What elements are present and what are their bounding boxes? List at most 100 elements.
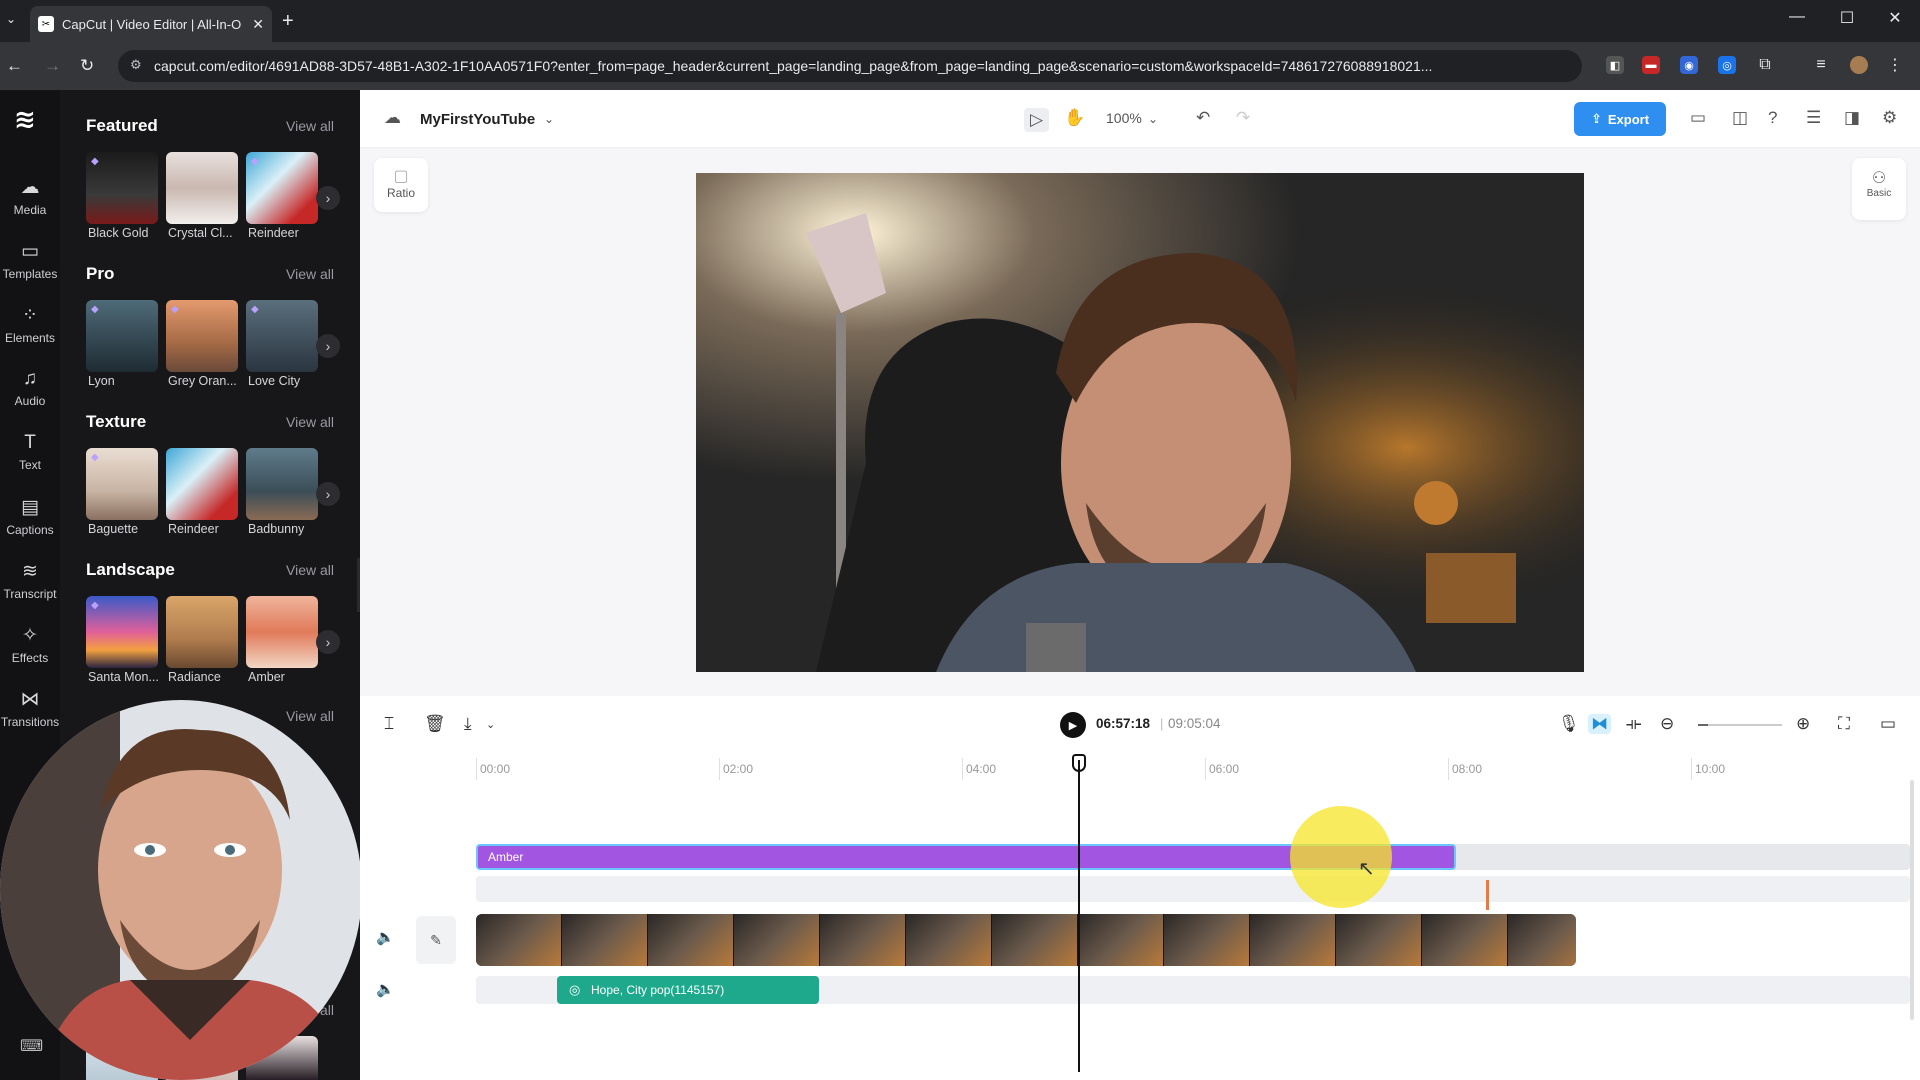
browser-menu-icon[interactable]: ⋮ (1886, 56, 1904, 74)
notifications-icon[interactable]: ◫ (1732, 108, 1748, 128)
back-icon[interactable]: ← (6, 56, 23, 76)
rail-effects[interactable]: ✧ Effects (0, 624, 60, 665)
marker[interactable] (1486, 880, 1489, 910)
view-all-link[interactable]: View all (286, 414, 334, 430)
extension-icon[interactable]: ◎ (1718, 56, 1736, 74)
scroll-right-icon[interactable]: › (316, 334, 340, 358)
settings-icon[interactable]: ⚙ (1882, 108, 1897, 128)
pro-gem-icon: ◆ (91, 304, 99, 315)
media-control-icon[interactable]: ≡ (1812, 56, 1830, 74)
audio-clip[interactable]: ◎ Hope, City pop(1145157) (557, 976, 819, 1004)
main-video-clip[interactable] (476, 914, 1576, 966)
tab-close-icon[interactable]: ✕ (252, 16, 264, 33)
reload-icon[interactable]: ↻ (80, 56, 94, 76)
help-icon[interactable]: ? (1768, 108, 1777, 128)
zoom-slider[interactable] (1698, 724, 1782, 726)
timeline-scrollbar[interactable] (1910, 780, 1914, 1020)
filter-label: Baguette (88, 522, 139, 536)
fullscreen-icon[interactable]: ⛶ (1838, 714, 1850, 734)
scroll-right-icon[interactable]: › (316, 186, 340, 210)
rail-text[interactable]: T Text (0, 432, 60, 472)
video-preview[interactable] (696, 173, 1584, 672)
tab-search-icon[interactable]: ⌄ (6, 12, 16, 26)
delete-icon[interactable]: 🗑 (424, 714, 446, 734)
cover-edit-icon[interactable]: ✎ (416, 916, 456, 964)
playhead[interactable] (1078, 760, 1080, 1072)
extension-icon[interactable]: ◧ (1606, 56, 1624, 74)
redo-icon[interactable]: ↷ (1236, 108, 1250, 128)
filter-thumb[interactable]: ◆ (86, 596, 158, 668)
zoom-select[interactable]: 100% (1106, 110, 1142, 126)
layers-icon[interactable]: ☰ (1806, 108, 1821, 128)
play-button[interactable]: ▶ (1060, 712, 1086, 738)
zoom-in-icon[interactable]: ⊕ (1796, 714, 1810, 734)
url-bar[interactable]: ⚙ capcut.com/editor/4691AD88-3D57-48B1-A… (118, 50, 1582, 82)
new-tab-button[interactable]: + (282, 10, 294, 33)
extension-icon[interactable]: ▬ (1642, 56, 1660, 74)
rail-audio[interactable]: ♫ Audio (0, 368, 60, 408)
mute-track-icon[interactable]: 🔈 (376, 928, 395, 946)
microphone-icon[interactable]: 🎙 (1558, 714, 1580, 734)
hand-tool-icon[interactable]: ✋ (1064, 108, 1085, 128)
rail-transitions[interactable]: ⋈ Transitions (0, 688, 60, 729)
view-all-link[interactable]: View all (286, 708, 334, 724)
forward-icon[interactable]: → (44, 56, 61, 76)
mute-audio-icon[interactable]: 🔈 (376, 980, 395, 998)
filter-thumb[interactable] (246, 448, 318, 520)
view-all-link[interactable]: View all (286, 562, 334, 578)
section-title: Pro (86, 264, 115, 283)
scroll-right-icon[interactable]: › (316, 482, 340, 506)
view-all-link[interactable]: View all (286, 266, 334, 282)
filter-thumb[interactable]: ◆ (86, 448, 158, 520)
maximize-icon[interactable]: ☐ (1824, 8, 1870, 28)
export-button[interactable]: ⇪ Export (1574, 102, 1666, 136)
select-tool-icon[interactable]: ▷ (1024, 108, 1050, 132)
chevron-down-icon[interactable]: ⌄ (486, 718, 495, 731)
puzzle-icon[interactable]: ⧉ (1756, 56, 1774, 74)
scroll-right-icon[interactable]: › (316, 630, 340, 654)
play-icon: ▶ (1068, 719, 1078, 732)
filter-thumb[interactable]: ◆ (246, 300, 318, 372)
filter-thumb[interactable]: ◆ (246, 152, 318, 224)
download-icon[interactable]: ⤓ (464, 714, 472, 734)
filter-thumb[interactable] (166, 152, 238, 224)
present-icon[interactable]: ▭ (1690, 108, 1706, 128)
filter-thumb[interactable] (166, 596, 238, 668)
comment-icon[interactable]: ▭ (1880, 714, 1896, 734)
cloud-sync-icon[interactable]: ☁ (384, 108, 401, 128)
capcut-logo[interactable]: ≋ (14, 104, 36, 135)
filter-label: Lyon (88, 374, 115, 388)
filter-thumb[interactable]: ◆ (86, 152, 158, 224)
filter-thumb[interactable]: ◆ (166, 300, 238, 372)
layout-icon[interactable]: ◨ (1844, 108, 1860, 128)
basic-panel-button[interactable]: ⚇ Basic (1852, 158, 1906, 220)
filter-thumb[interactable] (246, 596, 318, 668)
rail-transcript[interactable]: ≋ Transcript (0, 560, 60, 601)
ratio-label: Ratio (386, 186, 415, 200)
profile-avatar[interactable] (1850, 56, 1868, 74)
magnet-icon[interactable]: ⧓ (1588, 714, 1611, 734)
filter-thumb[interactable]: ◆ (86, 300, 158, 372)
rail-media[interactable]: ☁ Media (0, 176, 60, 217)
minimize-icon[interactable]: — (1774, 8, 1820, 26)
project-name[interactable]: MyFirstYouTube (420, 111, 535, 128)
chevron-down-icon[interactable]: ⌄ (1148, 112, 1158, 126)
split-audio-icon[interactable]: ⟛ (1626, 714, 1641, 734)
rail-captions[interactable]: ▤ Captions (0, 496, 60, 537)
site-info-icon[interactable]: ⚙ (130, 57, 142, 73)
chevron-down-icon[interactable]: ⌄ (544, 112, 554, 126)
split-icon[interactable]: ⌶ (384, 714, 394, 734)
transcript-icon: ≋ (22, 561, 38, 582)
keyboard-shortcuts-icon[interactable]: ⌨ (20, 1036, 43, 1056)
zoom-out-icon[interactable]: ⊖ (1660, 714, 1674, 734)
view-all-link[interactable]: View all (286, 118, 334, 134)
filter-thumb[interactable] (166, 448, 238, 520)
undo-icon[interactable]: ↶ (1196, 108, 1210, 128)
ratio-button[interactable]: ▢ Ratio (374, 158, 428, 212)
browser-tab[interactable]: ✂ CapCut | Video Editor | All-In-O ✕ (30, 6, 272, 42)
window-close-icon[interactable]: ✕ (1872, 8, 1918, 28)
extension-icon[interactable]: ◉ (1680, 56, 1698, 74)
filter-label: Love City (248, 374, 301, 388)
rail-elements[interactable]: ⁘ Elements (0, 304, 60, 345)
rail-templates[interactable]: ▭ Templates (0, 240, 60, 281)
